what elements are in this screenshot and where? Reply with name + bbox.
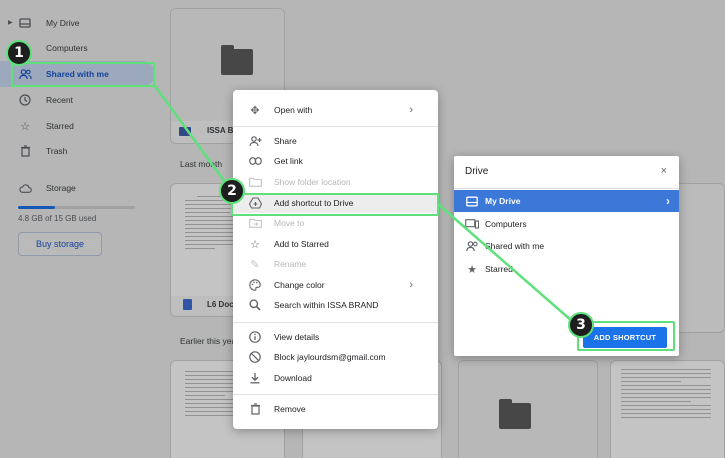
star-icon: ☆ <box>250 238 260 251</box>
menu-item-label: Open with <box>274 105 313 115</box>
menu-item-label: Show folder location <box>274 177 351 187</box>
menu-item-show-folder-location: Show folder location <box>233 172 438 192</box>
context-menu: ✥ Open with › Share Get link Show folder… <box>233 90 438 429</box>
menu-divider <box>233 126 438 127</box>
search-icon <box>248 298 262 312</box>
close-icon[interactable]: × <box>661 165 667 177</box>
share-person-icon <box>248 134 262 148</box>
menu-item-remove[interactable]: Remove <box>233 399 438 419</box>
chevron-right-icon: › <box>409 104 413 116</box>
menu-divider <box>233 322 438 323</box>
menu-item-label: Get link <box>274 156 303 166</box>
menu-item-view-details[interactable]: View details <box>233 327 438 347</box>
menu-item-search-within[interactable]: Search within ISSA BRAND <box>233 295 438 315</box>
menu-item-move-to: Move to <box>233 213 438 233</box>
link-icon <box>248 154 262 168</box>
dialog-item-label: Computers <box>485 219 527 229</box>
move-to-icon <box>248 216 262 230</box>
menu-item-share[interactable]: Share <box>233 131 438 151</box>
menu-divider <box>233 394 438 395</box>
palette-icon <box>248 278 262 292</box>
info-icon <box>248 330 262 344</box>
menu-item-label: Remove <box>274 404 306 414</box>
menu-item-label: Change color <box>274 280 325 290</box>
dialog-item-label: Starred <box>485 264 513 274</box>
dialog-item-my-drive[interactable]: My Drive › <box>454 190 679 212</box>
menu-item-label: Share <box>274 136 297 146</box>
menu-item-get-link[interactable]: Get link <box>233 151 438 171</box>
folder-icon <box>248 175 262 189</box>
menu-item-label: Add to Starred <box>274 239 329 249</box>
dialog-header: Drive × <box>454 156 679 189</box>
menu-item-block[interactable]: Block jaylourdsm@gmail.com <box>233 347 438 367</box>
people-icon <box>465 239 479 253</box>
menu-item-change-color[interactable]: Change color › <box>233 275 438 295</box>
menu-item-label: Search within ISSA BRAND <box>274 300 379 310</box>
dialog-item-label: My Drive <box>485 196 521 206</box>
menu-item-rename: ✎ Rename <box>233 254 438 274</box>
menu-item-open-with[interactable]: ✥ Open with › <box>233 100 438 120</box>
menu-item-label: Rename <box>274 259 307 269</box>
menu-item-download[interactable]: Download <box>233 368 438 388</box>
block-icon <box>248 350 262 364</box>
dialog-item-shared-with-me[interactable]: Shared with me <box>454 235 679 257</box>
download-icon <box>248 371 262 385</box>
highlight-add-shortcut <box>231 193 439 216</box>
menu-item-label: Move to <box>274 218 305 228</box>
dialog-item-starred[interactable]: ★ Starred <box>454 258 679 280</box>
menu-item-add-to-starred[interactable]: ☆ Add to Starred <box>233 234 438 254</box>
step-badge-1: 1 <box>6 40 32 66</box>
menu-item-label: Block jaylourdsm@gmail.com <box>274 352 386 362</box>
computer-icon <box>465 217 479 231</box>
dialog-item-label: Shared with me <box>485 241 545 251</box>
dialog-item-computers[interactable]: Computers <box>454 213 679 235</box>
step-badge-2: 2 <box>219 178 245 204</box>
drive-icon <box>465 194 479 208</box>
pencil-icon: ✎ <box>250 258 260 271</box>
menu-item-label: Download <box>274 373 312 383</box>
highlight-shared-with-me <box>11 62 155 87</box>
dialog-title: Drive <box>465 166 489 177</box>
trash-icon <box>248 402 262 416</box>
step-badge-3: 3 <box>568 312 594 338</box>
open-with-icon: ✥ <box>250 104 260 117</box>
menu-item-label: View details <box>274 332 320 342</box>
chevron-right-icon[interactable]: › <box>666 194 670 208</box>
chevron-right-icon: › <box>409 279 413 291</box>
star-icon: ★ <box>467 263 477 276</box>
